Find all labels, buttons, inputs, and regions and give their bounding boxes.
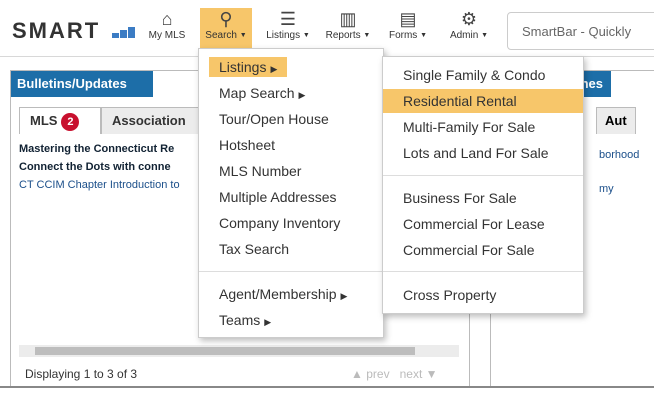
- listings-submenu: Single Family & Condo Residential Rental…: [382, 56, 584, 314]
- list-icon: ☰: [279, 9, 297, 29]
- brand-name: SMART: [12, 18, 101, 43]
- chevron-right-icon: ▶: [264, 317, 272, 327]
- chevron-right-icon: ▶: [298, 90, 306, 100]
- nav-forms[interactable]: ▤ Forms ▼: [385, 8, 431, 50]
- chevron-down-icon: ▼: [302, 31, 310, 39]
- menu-item-hotsheet[interactable]: Hotsheet: [199, 133, 383, 157]
- listings-highlight: Listings ▶: [209, 57, 288, 77]
- smart-mls-logo[interactable]: SMART: [12, 18, 136, 44]
- gears-icon: ⚙: [460, 9, 478, 29]
- submenu-item-residential-rental[interactable]: Residential Rental: [383, 89, 583, 113]
- chevron-right-icon: ▶: [270, 64, 278, 74]
- chart-icon: ▥: [339, 9, 357, 29]
- chevron-down-icon: ▼: [481, 31, 489, 39]
- bulletin-item[interactable]: Connect the Dots with conne: [19, 161, 199, 173]
- tab-mls[interactable]: MLS 2: [19, 107, 101, 134]
- bulletin-item[interactable]: Mastering the Connecticut Re: [19, 143, 199, 155]
- chevron-down-icon: ▼: [420, 31, 428, 39]
- menu-divider: [383, 271, 583, 272]
- next-icon: ▼: [425, 367, 438, 381]
- menu-item-multiple-addresses[interactable]: Multiple Addresses: [199, 185, 383, 209]
- tab-label: MLS: [30, 113, 58, 128]
- menu-item-label: Teams: [219, 312, 261, 328]
- bulletin-item[interactable]: CT CCIM Chapter Introduction to: [19, 179, 199, 191]
- smartbar-placeholder: SmartBar - Quickly: [522, 24, 632, 39]
- nav-reports[interactable]: ▥ Reports ▼: [322, 8, 374, 50]
- scrollbar-thumb[interactable]: [35, 347, 415, 355]
- document-icon: ▤: [399, 9, 417, 29]
- nav-label: My MLS: [148, 30, 186, 41]
- nav-label: Admin: [449, 30, 479, 41]
- submenu-item-commercial-lease[interactable]: Commercial For Lease: [383, 212, 583, 236]
- menu-item-mls-number[interactable]: MLS Number: [199, 159, 383, 183]
- chevron-down-icon: ▼: [363, 31, 371, 39]
- pagination-status: Displaying 1 to 3 of 3: [25, 367, 138, 381]
- nav-label: Forms: [388, 30, 418, 41]
- search-icon: ⚲: [219, 9, 233, 29]
- right-panel-link[interactable]: my: [599, 183, 614, 195]
- submenu-item-business-for-sale[interactable]: Business For Sale: [383, 186, 583, 210]
- submenu-item-cross-property[interactable]: Cross Property: [383, 283, 583, 307]
- prev-link[interactable]: prev: [366, 367, 389, 381]
- nav-listings[interactable]: ☰ Listings ▼: [262, 8, 314, 50]
- chevron-right-icon: ▶: [340, 291, 348, 301]
- tab-association[interactable]: Association: [101, 107, 211, 134]
- chevron-down-icon: ▼: [239, 31, 247, 39]
- smartbar-search-input[interactable]: SmartBar - Quickly: [507, 12, 654, 50]
- torn-edge: [0, 386, 654, 403]
- menu-item-company-inventory[interactable]: Company Inventory: [199, 211, 383, 235]
- prev-icon: ▲: [351, 367, 363, 381]
- menu-item-teams[interactable]: Teams ▶: [199, 308, 383, 332]
- menu-item-tax-search[interactable]: Tax Search: [199, 237, 383, 261]
- menu-item-label: Map Search: [219, 85, 295, 101]
- submenu-item-commercial-sale[interactable]: Commercial For Sale: [383, 238, 583, 262]
- nav-label: Listings: [266, 30, 301, 41]
- menu-divider: [199, 271, 383, 272]
- notification-badge: 2: [61, 113, 80, 131]
- horizontal-scrollbar[interactable]: [19, 345, 459, 357]
- tab-label: Association: [112, 113, 186, 128]
- right-panel-link[interactable]: borhood: [599, 149, 639, 161]
- menu-item-label: Listings: [219, 59, 267, 75]
- submenu-item-multi-family[interactable]: Multi-Family For Sale: [383, 115, 583, 139]
- submenu-item-lots-land[interactable]: Lots and Land For Sale: [383, 141, 583, 165]
- bulletins-title: Bulletins/Updates: [11, 71, 153, 97]
- menu-item-tour-open-house[interactable]: Tour/Open House: [199, 107, 383, 131]
- menu-item-listings[interactable]: Listings ▶: [199, 55, 383, 79]
- submenu-item-single-family-condo[interactable]: Single Family & Condo: [383, 63, 583, 87]
- menu-item-map-search[interactable]: Map Search ▶: [199, 81, 383, 105]
- nav-label: Reports: [325, 30, 361, 41]
- nav-my-mls[interactable]: ⌂ My MLS: [146, 8, 188, 50]
- menu-divider: [383, 175, 583, 176]
- home-icon: ⌂: [161, 9, 173, 29]
- menu-item-label: Agent/Membership: [219, 286, 337, 302]
- nav-search[interactable]: ⚲ Search ▼: [200, 8, 252, 50]
- mls-logo-bars-icon: [112, 18, 136, 44]
- pagination-controls: ▲ prev next ▼: [351, 367, 438, 381]
- tab-auto[interactable]: Aut: [596, 107, 636, 134]
- search-dropdown-menu: Listings ▶ Map Search ▶ Tour/Open House Ho…: [198, 48, 384, 338]
- nav-label: Search: [205, 30, 237, 41]
- next-link[interactable]: next: [400, 367, 423, 381]
- nav-admin[interactable]: ⚙ Admin ▼: [444, 8, 494, 50]
- menu-item-agent-membership[interactable]: Agent/Membership ▶: [199, 282, 383, 306]
